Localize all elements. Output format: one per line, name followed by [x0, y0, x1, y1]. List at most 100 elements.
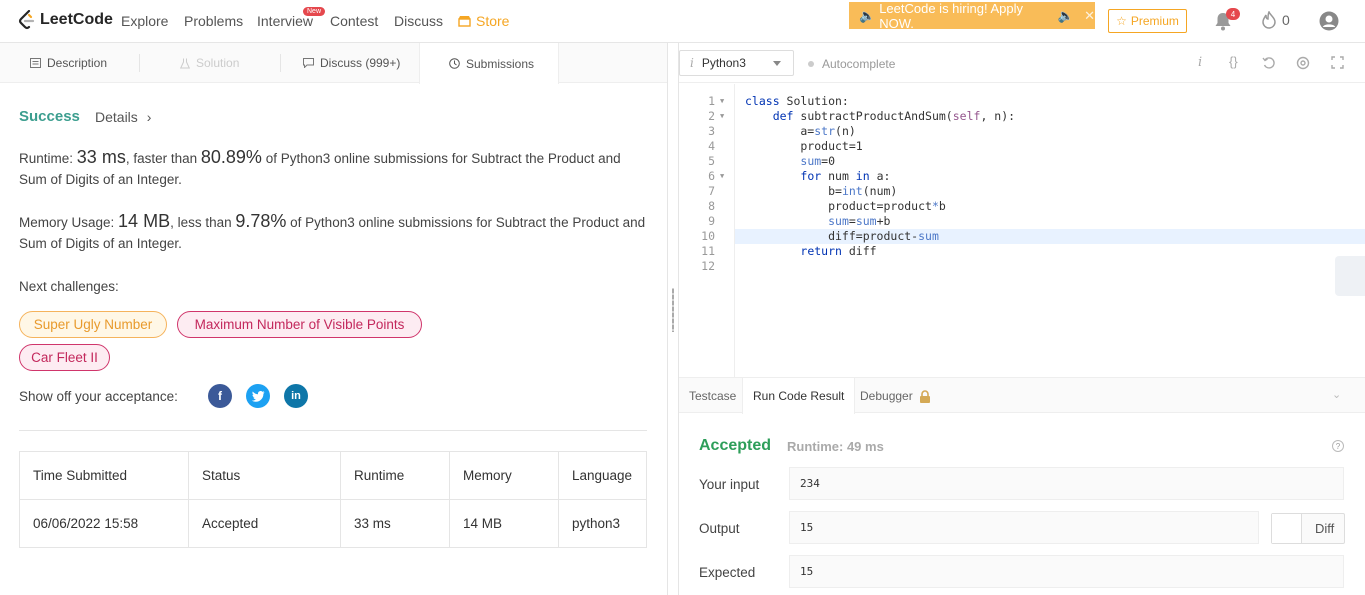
cell-time: 06/06/2022 15:58: [19, 499, 189, 548]
leetcode-logo-icon: [18, 10, 35, 30]
info-icon: i: [690, 56, 694, 70]
fold-icon[interactable]: ▼: [720, 109, 724, 124]
col-runtime: Runtime: [340, 451, 450, 500]
fold-icon[interactable]: ▼: [720, 94, 724, 109]
tab-debugger[interactable]: Debugger: [860, 378, 931, 414]
avatar-icon[interactable]: [1319, 11, 1339, 31]
tab-description[interactable]: Description: [30, 43, 107, 83]
line-number: 5: [708, 154, 715, 168]
drag-handle-icon[interactable]: [672, 288, 674, 332]
autocomplete-label: Autocomplete: [822, 57, 896, 71]
linkedin-icon[interactable]: in: [284, 384, 308, 408]
expected-label: Expected: [699, 565, 756, 580]
runtime-mid: , faster than: [125, 151, 201, 166]
code-line: product=product*b: [745, 199, 946, 213]
runtime-value: 33 ms: [76, 147, 126, 167]
tab-submissions[interactable]: Submissions: [419, 43, 559, 84]
details-link[interactable]: Details ›: [95, 109, 151, 125]
diff-label: Diff: [1315, 521, 1335, 536]
line-number: 9: [708, 214, 715, 228]
tab-solution[interactable]: Solution: [180, 43, 239, 83]
flame-icon: [1262, 11, 1276, 29]
nav-discuss[interactable]: Discuss: [394, 13, 443, 29]
new-badge: New: [303, 7, 326, 16]
nav-explore[interactable]: Explore: [121, 13, 168, 29]
facebook-icon[interactable]: f: [208, 384, 232, 408]
code-line: class Solution:: [745, 94, 849, 108]
output-label: Output: [699, 521, 740, 536]
runtime-summary: Runtime: 33 ms, faster than 80.89% of Py…: [19, 147, 649, 190]
col-time-submitted: Time Submitted: [19, 451, 189, 500]
language-select[interactable]: i Python3: [679, 50, 794, 76]
cell-status-link[interactable]: Accepted: [188, 499, 341, 548]
chevron-down-icon[interactable]: ⌄: [1332, 388, 1341, 401]
output-value-box: 15: [789, 511, 1259, 544]
info-icon[interactable]: i: [1198, 55, 1202, 70]
cell-memory: 14 MB: [449, 499, 559, 548]
notification-badge: 4: [1226, 8, 1240, 20]
hiring-banner[interactable]: 🔈 LeetCode is hiring! Apply NOW. 🔈 ✕: [849, 0, 1095, 31]
cell-language: python3: [558, 499, 647, 548]
console-tabs: Testcase Run Code Result Debugger ⌄: [679, 377, 1365, 414]
col-status: Status: [188, 451, 341, 500]
braces-icon[interactable]: {}: [1229, 54, 1238, 69]
challenge-visible-points[interactable]: Maximum Number of Visible Points: [177, 311, 422, 338]
challenge-super-ugly-number[interactable]: Super Ugly Number: [19, 311, 167, 338]
code-line: for num in a:: [800, 169, 891, 183]
code-line: b=int(num): [745, 184, 898, 198]
coin-count: 0: [1282, 12, 1290, 28]
premium-button[interactable]: ☆ Premium: [1108, 9, 1187, 33]
fold-icon[interactable]: ▼: [720, 169, 724, 184]
close-icon[interactable]: ✕: [1084, 8, 1095, 24]
memory-label: Memory Usage:: [19, 215, 115, 230]
result-status: Success: [19, 108, 80, 125]
reset-icon[interactable]: [1262, 56, 1276, 70]
twitter-icon[interactable]: [246, 384, 270, 408]
col-language: Language: [558, 451, 647, 500]
memory-summary: Memory Usage: 14 MB, less than 9.78% of …: [19, 211, 649, 254]
panel-splitter[interactable]: [667, 43, 679, 595]
chevron-right-icon: ›: [146, 109, 152, 125]
problem-tabs: Description Solution Discuss (999+) Subm…: [0, 43, 667, 84]
leetcode-logo[interactable]: LeetCode: [18, 10, 113, 30]
side-panel-handle[interactable]: [1335, 256, 1365, 296]
code-line: product=1: [745, 139, 863, 153]
tab-run-code-result[interactable]: Run Code Result: [742, 378, 856, 414]
input-value-box: 234: [789, 467, 1344, 500]
logo-text: LeetCode: [40, 11, 113, 28]
speaker-icon: 🔈: [859, 7, 876, 23]
line-number: 11: [701, 244, 715, 258]
memory-percentile: 9.78%: [235, 211, 287, 231]
challenge-car-fleet-ii[interactable]: Car Fleet II: [19, 344, 110, 371]
line-number: 6: [708, 169, 715, 183]
tab-divider: [139, 54, 140, 72]
tab-discuss[interactable]: Discuss (999+): [303, 43, 400, 83]
code-line: def subtractProductAndSum(self, n):: [772, 109, 1016, 123]
tab-discuss-label: Discuss (999+): [320, 56, 401, 70]
tab-testcase[interactable]: Testcase: [689, 378, 736, 414]
diff-toggle[interactable]: Diff: [1271, 513, 1345, 544]
editor-toolbar: i Python3 Autocomplete i {}: [679, 43, 1365, 83]
nav-store[interactable]: Store: [458, 13, 509, 29]
memory-mid: , less than: [170, 215, 236, 230]
nav-problems[interactable]: Problems: [184, 13, 243, 29]
line-number: 8: [708, 199, 715, 213]
lock-icon: [919, 389, 930, 403]
section-divider: [19, 430, 647, 431]
chevron-down-icon: [773, 61, 781, 66]
run-runtime: Runtime: 49 ms: [787, 439, 884, 454]
code-line: sum=sum+b: [828, 214, 891, 228]
gear-icon[interactable]: [1296, 56, 1310, 70]
nav-contest[interactable]: Contest: [330, 13, 378, 29]
code-editor[interactable]: 1 2 3 4 5 6 7 8 9 10 11 12 ▼ ▼ ▼ class Solution: de…: [679, 84, 1365, 377]
line-number: 1: [708, 94, 715, 108]
line-number: 4: [708, 139, 715, 153]
top-navbar: LeetCode Explore Problems Interview New …: [0, 0, 1365, 43]
right-panel: i Python3 Autocomplete i {} 1 2 3 4 5 6 7 8 9 10 1…: [679, 43, 1365, 595]
hiring-banner-text: LeetCode is hiring! Apply NOW.: [879, 0, 1023, 31]
coin-counter[interactable]: 0: [1262, 11, 1290, 29]
autocomplete-toggle[interactable]: Autocomplete: [808, 57, 895, 71]
fullscreen-icon[interactable]: [1331, 56, 1344, 69]
expected-value-box: 15: [789, 555, 1344, 588]
help-icon[interactable]: ?: [1332, 440, 1344, 452]
